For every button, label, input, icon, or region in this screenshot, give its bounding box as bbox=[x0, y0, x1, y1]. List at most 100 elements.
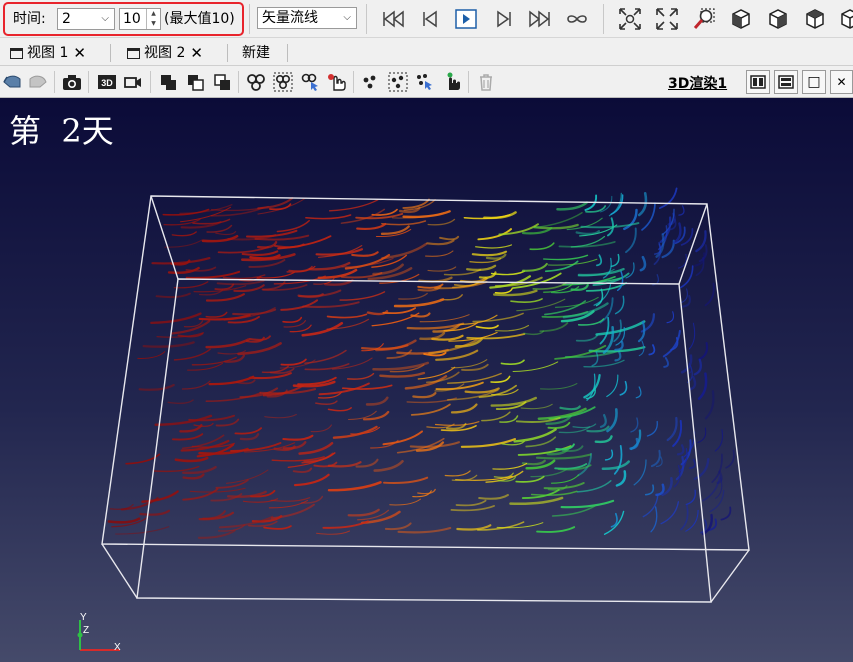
undo-camera-button[interactable] bbox=[1, 71, 23, 93]
select-cells-frustum-button[interactable] bbox=[272, 71, 294, 93]
streamline bbox=[153, 465, 200, 473]
streamline bbox=[494, 324, 530, 332]
render-view-title[interactable]: 3D渲染1 bbox=[668, 73, 727, 93]
close-icon[interactable]: ✕ bbox=[190, 42, 203, 64]
first-frame-button[interactable] bbox=[380, 6, 406, 32]
view-toolbar: 3D 3D渲染1 □ ✕ bbox=[0, 66, 853, 98]
view-direction-x-button[interactable] bbox=[728, 6, 754, 32]
streamline bbox=[471, 250, 508, 257]
select-points-frustum-button[interactable] bbox=[387, 71, 409, 93]
view-direction-z-button[interactable] bbox=[802, 6, 828, 32]
next-frame-button[interactable] bbox=[491, 6, 517, 32]
streamline bbox=[261, 281, 286, 291]
tab-view-1[interactable]: 视图 1 ✕ bbox=[10, 42, 86, 64]
close-icon: ✕ bbox=[836, 75, 847, 89]
toolbar-separator bbox=[366, 4, 367, 34]
split-vertical-button[interactable] bbox=[774, 70, 798, 94]
max-value-label: (最大值10) bbox=[164, 11, 235, 27]
maximize-icon: □ bbox=[807, 74, 821, 90]
streamline bbox=[239, 433, 260, 441]
streamline bbox=[663, 357, 669, 368]
streamline bbox=[688, 322, 696, 350]
tab-view-2[interactable]: 视图 2 ✕ bbox=[127, 42, 203, 64]
streamline bbox=[644, 484, 655, 496]
streamline bbox=[490, 396, 537, 407]
loop-button[interactable] bbox=[564, 6, 590, 32]
split-horizontal-button[interactable] bbox=[746, 70, 770, 94]
camera-link-button[interactable] bbox=[122, 71, 144, 93]
redo-camera-button[interactable] bbox=[27, 71, 49, 93]
streamline bbox=[520, 403, 553, 410]
max-time-value: 10 bbox=[123, 11, 141, 27]
hover-cells-button[interactable] bbox=[326, 71, 348, 93]
streamline bbox=[697, 372, 708, 400]
previous-frame-icon bbox=[423, 10, 437, 28]
cube-icon bbox=[732, 9, 750, 29]
streamline bbox=[635, 386, 642, 399]
tab-label: 视图 1 bbox=[27, 45, 69, 61]
streamline bbox=[372, 361, 430, 371]
select-cells-button[interactable] bbox=[245, 71, 267, 93]
maximize-view-button[interactable]: □ bbox=[802, 70, 826, 94]
cells-pointer-icon bbox=[301, 73, 318, 91]
view-direction-more-button[interactable] bbox=[838, 6, 853, 32]
spin-up-icon[interactable]: ▲ bbox=[147, 9, 160, 19]
cells-icon bbox=[247, 74, 265, 91]
streamline bbox=[577, 318, 605, 326]
streamline-scene[interactable]: X Y Z bbox=[0, 98, 853, 662]
streamline bbox=[379, 371, 426, 378]
selection-toggle-button[interactable] bbox=[211, 71, 233, 93]
streamline bbox=[680, 504, 689, 531]
previous-frame-button[interactable] bbox=[417, 6, 443, 32]
streamline bbox=[328, 199, 379, 212]
streamline bbox=[490, 270, 526, 276]
cube-icon bbox=[769, 9, 787, 29]
hover-points-button[interactable] bbox=[441, 71, 463, 93]
close-view-button[interactable]: ✕ bbox=[830, 70, 853, 94]
streamline bbox=[382, 430, 424, 446]
streamline bbox=[426, 239, 455, 246]
streamline bbox=[655, 483, 665, 497]
capture-screenshot-button[interactable] bbox=[61, 71, 83, 93]
streamline bbox=[167, 266, 200, 274]
select-cells-interactive-button[interactable] bbox=[299, 71, 321, 93]
selection-add-button[interactable] bbox=[157, 71, 179, 93]
max-time-spinbox[interactable]: 10 ▲ ▼ bbox=[119, 8, 161, 30]
streamline bbox=[639, 255, 647, 272]
last-frame-button[interactable] bbox=[527, 6, 553, 32]
overlap-squares-icon bbox=[161, 75, 176, 90]
last-frame-icon bbox=[529, 10, 550, 28]
streamline bbox=[604, 449, 614, 461]
play-button[interactable] bbox=[453, 6, 479, 32]
tab-new[interactable]: 新建 bbox=[242, 42, 270, 64]
streamline bbox=[425, 250, 454, 257]
render-viewport[interactable]: X Y Z 第 2天 bbox=[0, 98, 853, 662]
streamline bbox=[596, 254, 603, 267]
window-icon bbox=[127, 47, 140, 59]
streamline bbox=[619, 380, 628, 396]
toggle-3d-button[interactable]: 3D bbox=[96, 71, 118, 93]
streamline bbox=[155, 292, 191, 299]
zoom-to-box-button[interactable] bbox=[691, 6, 717, 32]
select-points-button[interactable] bbox=[360, 71, 382, 93]
streamline bbox=[245, 229, 298, 238]
split-horizontal-icon bbox=[750, 75, 766, 89]
close-icon[interactable]: ✕ bbox=[73, 42, 86, 64]
streamline bbox=[197, 529, 236, 539]
zoom-to-data-button[interactable] bbox=[654, 6, 680, 32]
representation-select[interactable]: 矢量流线 ⌵ bbox=[257, 7, 357, 29]
reset-camera-button[interactable] bbox=[617, 6, 643, 32]
selection-subtract-button[interactable] bbox=[184, 71, 206, 93]
streamline bbox=[466, 333, 526, 340]
time-select[interactable]: 2 ⌵ bbox=[57, 8, 115, 30]
streamline bbox=[398, 292, 428, 300]
clear-selection-button[interactable] bbox=[475, 71, 497, 93]
spin-buttons[interactable]: ▲ ▼ bbox=[146, 9, 160, 29]
streamline bbox=[478, 493, 509, 500]
view-direction-y-button[interactable] bbox=[765, 6, 791, 32]
streamline bbox=[658, 187, 678, 210]
streamline bbox=[150, 312, 202, 325]
select-points-interactive-button[interactable] bbox=[414, 71, 436, 93]
streamline bbox=[688, 458, 696, 469]
spin-down-icon[interactable]: ▼ bbox=[147, 19, 160, 29]
